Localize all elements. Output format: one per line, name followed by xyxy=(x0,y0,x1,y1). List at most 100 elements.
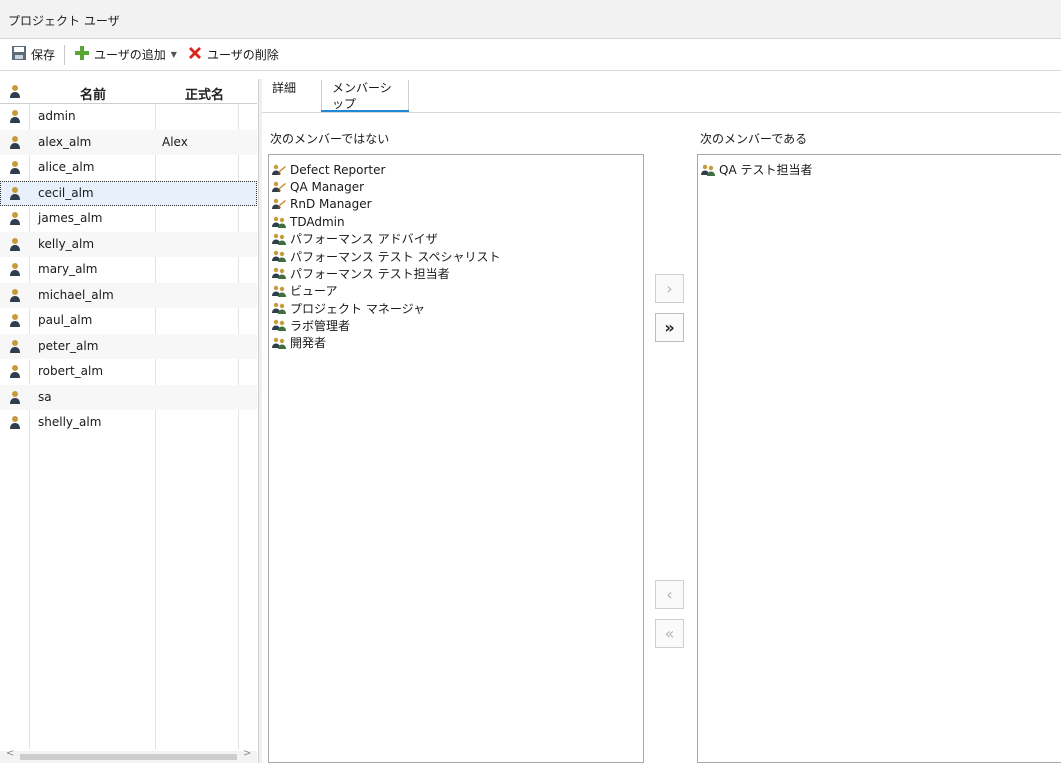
user-name-cell: shelly_alm xyxy=(38,415,102,429)
table-row[interactable]: paul_alm xyxy=(0,308,257,334)
toolbar: 保存 ユーザの追加 ▼ ユーザの削除 xyxy=(0,39,1061,71)
group-icon xyxy=(272,250,286,263)
not-member-list-item[interactable]: TDAdmin xyxy=(269,213,643,230)
not-member-list-item[interactable]: Defect Reporter xyxy=(269,161,643,178)
table-row[interactable]: shelly_alm xyxy=(0,410,257,436)
table-row[interactable]: michael_alm xyxy=(0,282,257,308)
user-name-cell: mary_alm xyxy=(38,262,98,276)
not-member-list-item[interactable]: ビューア xyxy=(269,282,643,299)
add-selected-button[interactable]: › xyxy=(655,274,684,303)
pane-splitter[interactable] xyxy=(258,79,262,763)
remove-all-button[interactable]: « xyxy=(655,619,684,648)
user-name-cell: paul_alm xyxy=(38,313,93,327)
group-icon xyxy=(272,267,286,280)
tab-details[interactable]: 詳細 xyxy=(262,80,306,110)
user-icon xyxy=(9,84,21,101)
group-icon xyxy=(272,302,286,315)
group-icon xyxy=(272,337,286,349)
user-icon xyxy=(9,288,21,305)
not-member-listbox[interactable]: Defect Reporter QA Manager RnD Manager TDAd… xyxy=(268,154,644,763)
list-item-label: RnD Manager xyxy=(290,197,372,212)
not-member-label: 次のメンバーではない xyxy=(270,132,390,146)
remove-selected-button[interactable]: ‹ xyxy=(655,580,684,609)
member-label: 次のメンバーである xyxy=(700,132,808,146)
list-item-label: Defect Reporter xyxy=(290,162,386,177)
horizontal-scrollbar[interactable]: < > xyxy=(0,748,257,763)
table-row[interactable]: robert_alm xyxy=(0,359,257,385)
scrollbar-thumb[interactable] xyxy=(20,754,237,760)
user-name-cell: peter_alm xyxy=(38,338,99,353)
user-name-cell: cecil_alm xyxy=(38,185,94,200)
add-all-button[interactable]: » xyxy=(655,313,684,342)
user-icon xyxy=(9,364,21,381)
not-member-list-item[interactable]: RnD Manager xyxy=(269,196,643,213)
not-member-list-item[interactable]: QA Manager xyxy=(269,178,643,195)
column-header-name[interactable]: 名前 xyxy=(80,84,106,103)
window-title: プロジェクト ユーザ xyxy=(8,14,120,28)
scroll-right-icon[interactable]: > xyxy=(243,748,251,759)
window-titlebar: プロジェクト ユーザ xyxy=(0,0,1061,39)
table-row[interactable]: sa xyxy=(0,384,257,410)
list-item-label: ラボ管理者 xyxy=(290,318,351,333)
user-icon xyxy=(9,237,21,254)
tab-bar: 詳細 メンバーシップ xyxy=(262,72,1061,114)
delete-x-icon xyxy=(187,45,203,64)
column-header-fullname[interactable]: 正式名 xyxy=(185,84,224,103)
user-icon xyxy=(9,313,21,330)
group-icon xyxy=(701,164,715,176)
tab-underline xyxy=(262,112,1061,113)
user-name-cell: james_alm xyxy=(38,211,103,225)
list-item-label: プロジェクト マネージャ xyxy=(290,301,425,316)
add-user-button[interactable]: ユーザの追加 ▼ xyxy=(71,43,180,67)
user-icon xyxy=(9,135,21,152)
delete-user-label: ユーザの削除 xyxy=(206,48,279,62)
table-row[interactable]: peter_alm xyxy=(0,333,257,359)
table-row[interactable]: alice_alm xyxy=(0,155,257,181)
table-row[interactable]: james_alm xyxy=(0,206,257,232)
user-rows: admin alex_alm Alex alice_alm cecil_almjames… xyxy=(0,104,257,436)
not-member-list-item[interactable]: パフォーマンス テスト スペシャリスト xyxy=(269,247,643,264)
not-member-list-item[interactable]: 開発者 xyxy=(269,334,643,351)
group-role-icon xyxy=(272,198,286,210)
not-member-list-item[interactable]: パフォーマンス アドバイザ xyxy=(269,230,643,247)
save-label: 保存 xyxy=(31,48,56,62)
scroll-left-icon[interactable]: < xyxy=(6,748,14,759)
user-icon xyxy=(9,339,21,356)
table-row[interactable]: alex_alm Alex xyxy=(0,129,257,155)
user-name-cell: sa xyxy=(38,389,52,404)
group-icon xyxy=(272,233,286,245)
member-list-item[interactable]: QA テスト担当者 xyxy=(698,161,1061,178)
table-row[interactable]: admin xyxy=(0,104,257,130)
list-item-label: ビューア xyxy=(290,284,338,299)
chevron-down-icon[interactable]: ▼ xyxy=(171,50,177,59)
user-table: 名前 正式名 admin alex_alm Alex alice_alm cecil_a… xyxy=(0,79,257,763)
user-icon xyxy=(9,415,21,432)
tab-membership[interactable]: メンバーシップ xyxy=(321,80,409,113)
group-icon xyxy=(272,319,286,332)
group-role-icon xyxy=(272,164,286,176)
user-name-cell: alex_alm xyxy=(38,134,92,149)
user-icon xyxy=(9,160,21,177)
table-row[interactable]: mary_alm xyxy=(0,257,257,283)
not-member-list-item[interactable]: ラボ管理者 xyxy=(269,317,643,334)
add-user-label: ユーザの追加 xyxy=(94,48,166,62)
list-item-label: パフォーマンス テスト担当者 xyxy=(290,266,450,281)
user-name-cell: alice_alm xyxy=(38,160,95,174)
list-item-label: パフォーマンス アドバイザ xyxy=(290,232,438,247)
list-item-label: QA Manager xyxy=(290,179,365,194)
not-member-list-item[interactable]: パフォーマンス テスト担当者 xyxy=(269,265,643,282)
table-row[interactable]: cecil_alm xyxy=(0,180,257,206)
user-fullname-cell: Alex xyxy=(162,134,188,149)
member-listbox[interactable]: QA テスト担当者 xyxy=(697,154,1061,763)
user-icon xyxy=(9,390,21,407)
user-icon xyxy=(9,186,21,203)
list-item-label: QA テスト担当者 xyxy=(719,163,813,178)
user-name-cell: kelly_alm xyxy=(38,236,95,251)
table-row[interactable]: kelly_alm xyxy=(0,231,257,257)
delete-user-button[interactable]: ユーザの削除 xyxy=(184,43,282,67)
user-icon xyxy=(9,262,21,279)
toolbar-separator xyxy=(64,44,66,65)
save-button[interactable]: 保存 xyxy=(8,43,58,67)
not-member-list-item[interactable]: プロジェクト マネージャ xyxy=(269,299,643,316)
list-item-label: TDAdmin xyxy=(290,214,345,229)
